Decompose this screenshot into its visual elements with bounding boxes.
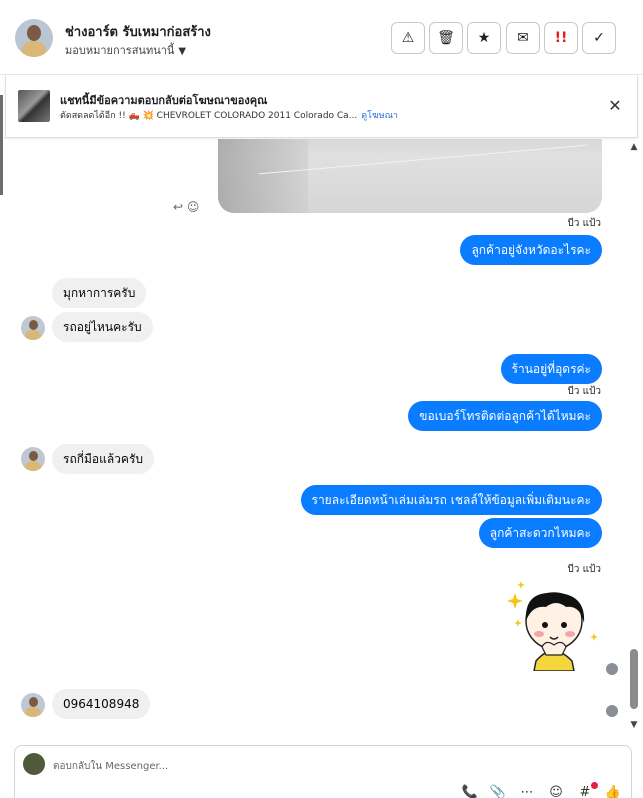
page-avatar [23,753,45,775]
read-receipt-avatar [606,663,618,675]
seen-indicator: บีว แป้ว [567,218,601,229]
sender-avatar [21,693,45,717]
sender-avatar [21,316,45,340]
mark-spam-button[interactable]: ⚠ [391,22,425,54]
message-bubble-outgoing[interactable]: ลูกค้าสะดวกไหมคะ [478,518,602,548]
seen-indicator: บีว แป้ว [567,386,601,397]
star-button[interactable]: ★ [467,22,501,54]
conversation-header: ช่างอาร์ต รับเหมาก่อสร้าง มอบหมายการสนทน… [0,0,643,75]
emoji-icon[interactable]: ☺ [546,784,566,798]
message-bubble-outgoing[interactable]: รายละเอียดหน้าเล่มเล่มรถ เชลล์ให้ข้อมูลเ… [300,485,602,515]
star-icon: ★ [477,30,491,46]
scroll-down-arrow-icon[interactable]: ▼ [629,720,639,730]
seen-indicator: บีว แป้ว [567,564,601,575]
message-bubble-incoming[interactable]: รถอยู่ไหนคะรับ [52,312,153,342]
scroll-thumb[interactable] [630,649,638,709]
delete-button[interactable]: 🗑 [429,22,463,54]
message-bubble-incoming[interactable]: มุกหาการครับ [52,278,147,308]
notification-dot [591,782,598,789]
message-bubble-outgoing[interactable]: ลูกค้าอยู่จังหวัดอะไรคะ [460,235,602,265]
assign-conversation-dropdown[interactable]: มอบหมายการสนทนานี้ ▼ [65,41,186,59]
more-options-icon[interactable]: ⋯ [517,784,537,798]
mark-unread-button[interactable]: ✉ [506,22,540,54]
follow-up-button[interactable]: !! [544,22,578,54]
sticker-message[interactable] [506,581,601,671]
ad-banner-subtitle: ตัดสดลดได้อีก !! 🛻 💥 CHEVROLET COLORADO … [60,108,398,122]
message-bubble-outgoing[interactable]: ร้านอยู่ที่อุดรค่ะ [500,354,602,384]
scrollbar[interactable]: ▲ ▼ [629,139,639,737]
assign-label: มอบหมายการสนทนานี้ [65,44,175,57]
scroll-up-arrow-icon[interactable]: ▲ [629,142,639,152]
thumbs-up-icon[interactable]: 👍 [603,784,623,798]
ad-thumbnail[interactable] [18,90,50,122]
image-attachment[interactable] [218,139,602,213]
message-actions[interactable]: ↩ ☺ [173,200,199,214]
reply-composer: 📞 📎 ⋯ ☺ # 👍 [14,745,632,798]
sender-avatar [21,447,45,471]
trash-icon: 🗑 [437,30,455,46]
mark-done-button[interactable]: ✓ [582,22,616,54]
contact-name[interactable]: ช่างอาร์ต รับเหมาก่อสร้าง [65,21,211,42]
ad-banner-title: แชทนี้มีข้อความตอบกลับต่อโฆษณาของคุณ [60,94,268,107]
envelope-icon: ✉ [517,30,529,46]
message-thread[interactable]: ↩ ☺ บีว แป้ว ลูกค้าอยู่จังหวัดอะไรคะ มุก… [0,139,643,737]
message-bubble-outgoing[interactable]: ขอเบอร์โทรติดต่อลูกค้าได้ไหมคะ [408,401,602,431]
attach-icon[interactable]: 📎 [488,784,508,798]
checkmark-icon: ✓ [593,30,605,46]
close-icon[interactable]: ✕ [604,95,626,117]
view-ad-link[interactable]: ดูโฆษณา [361,111,398,121]
caret-down-icon: ▼ [178,46,187,57]
contact-avatar[interactable] [15,19,53,57]
ad-reply-banner: แชทนี้มีข้อความตอบกลับต่อโฆษณาของคุณ ตัด… [5,75,638,138]
ad-description: ตัดสดลดได้อีก !! 🛻 💥 CHEVROLET COLORADO … [60,111,358,121]
message-bubble-incoming[interactable]: รถกี่มือแล้วครับ [52,444,155,474]
read-receipt-avatar [606,705,618,717]
warning-icon: ⚠ [401,30,415,46]
message-bubble-incoming[interactable]: 0964108948 [52,689,151,719]
exclamation-icon: !! [554,30,568,46]
reply-input[interactable] [53,757,453,775]
call-icon[interactable]: 📞 [460,784,480,798]
